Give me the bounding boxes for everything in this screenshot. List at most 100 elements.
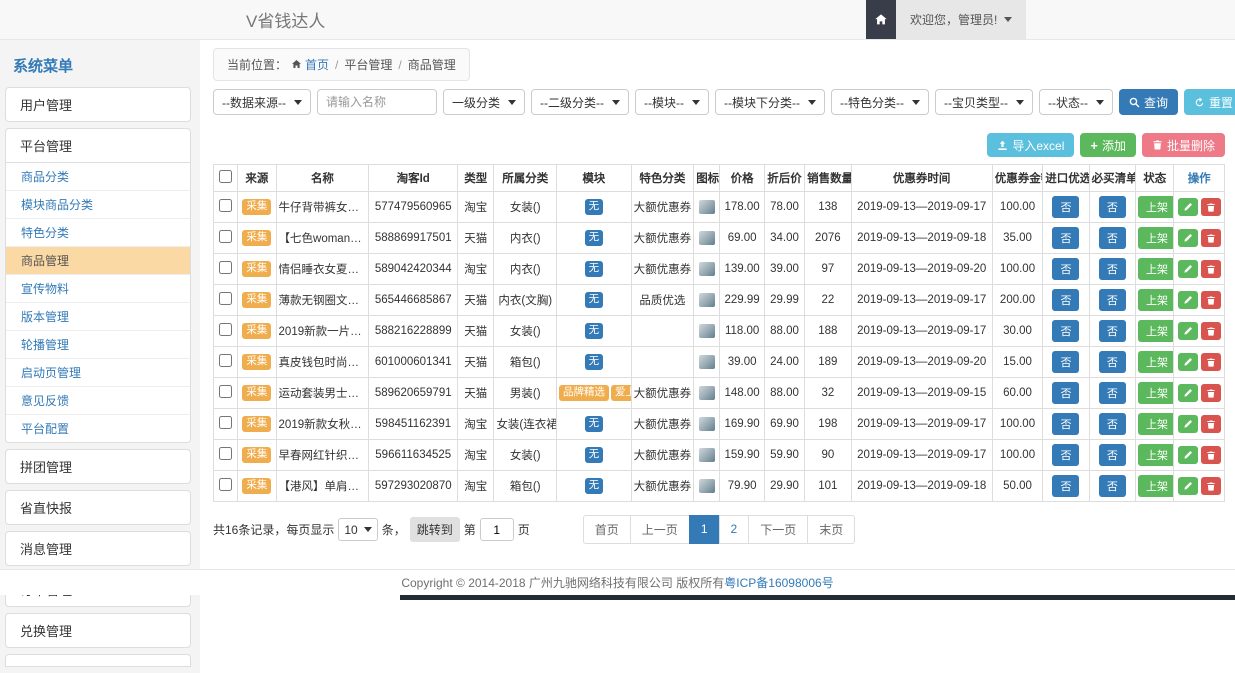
delete-button[interactable] xyxy=(1201,229,1221,247)
sidebar-subitem-平台配置[interactable]: 平台配置 xyxy=(6,415,190,442)
per-page-select[interactable]: 10 xyxy=(338,518,377,541)
import-select-toggle[interactable]: 否 xyxy=(1052,196,1079,218)
filter-select-2[interactable]: --模块-- xyxy=(635,89,709,115)
import-select-toggle[interactable]: 否 xyxy=(1052,382,1079,404)
import-select-toggle[interactable]: 否 xyxy=(1052,289,1079,311)
status-button[interactable]: 上架 xyxy=(1138,258,1174,280)
page-button-1[interactable]: 1 xyxy=(689,515,720,544)
delete-button[interactable] xyxy=(1201,291,1221,309)
sidebar-subitem-版本管理[interactable]: 版本管理 xyxy=(6,303,190,331)
must-buy-toggle[interactable]: 否 xyxy=(1099,196,1126,218)
batch-delete-button[interactable]: 批量删除 xyxy=(1142,133,1225,157)
import-select-toggle[interactable]: 否 xyxy=(1052,258,1079,280)
search-button[interactable]: 查询 xyxy=(1119,89,1178,115)
must-buy-toggle[interactable]: 否 xyxy=(1099,320,1126,342)
sidebar-subitem-启动页管理[interactable]: 启动页管理 xyxy=(6,359,190,387)
page-button-末页[interactable]: 末页 xyxy=(807,515,855,544)
breadcrumb-home-link[interactable]: 首页 xyxy=(291,56,329,73)
page-button-首页[interactable]: 首页 xyxy=(583,515,631,544)
row-checkbox[interactable] xyxy=(219,478,232,491)
status-button[interactable]: 上架 xyxy=(1138,444,1174,466)
import-select-toggle[interactable]: 否 xyxy=(1052,351,1079,373)
status-button[interactable]: 上架 xyxy=(1138,196,1174,218)
edit-button[interactable] xyxy=(1178,446,1198,464)
delete-button[interactable] xyxy=(1201,446,1221,464)
row-checkbox[interactable] xyxy=(219,447,232,460)
sidebar-item-平台管理[interactable]: 平台管理 xyxy=(6,129,190,162)
sidebar-item-省直快报[interactable]: 省直快报 xyxy=(6,491,190,524)
row-checkbox[interactable] xyxy=(219,385,232,398)
row-checkbox[interactable] xyxy=(219,292,232,305)
status-button[interactable]: 上架 xyxy=(1138,475,1174,497)
import-excel-button[interactable]: 导入excel xyxy=(987,133,1074,157)
page-button-下一页[interactable]: 下一页 xyxy=(748,515,808,544)
page-button-2[interactable]: 2 xyxy=(719,515,750,544)
icp-link[interactable]: 粤ICP备16098006号 xyxy=(724,574,833,591)
status-button[interactable]: 上架 xyxy=(1138,320,1174,342)
import-select-toggle[interactable]: 否 xyxy=(1052,413,1079,435)
sidebar-item-消息管理[interactable]: 消息管理 xyxy=(6,532,190,565)
must-buy-toggle[interactable]: 否 xyxy=(1099,444,1126,466)
sidebar-item-兑换管理[interactable]: 兑换管理 xyxy=(6,614,190,647)
import-select-toggle[interactable]: 否 xyxy=(1052,227,1079,249)
import-select-toggle[interactable]: 否 xyxy=(1052,475,1079,497)
must-buy-toggle[interactable]: 否 xyxy=(1099,351,1126,373)
filter-select-0[interactable]: 一级分类 xyxy=(443,89,525,115)
edit-button[interactable] xyxy=(1178,260,1198,278)
sidebar-subitem-模块商品分类[interactable]: 模块商品分类 xyxy=(6,191,190,219)
filter-select-5[interactable]: --宝贝类型-- xyxy=(935,89,1033,115)
delete-button[interactable] xyxy=(1201,384,1221,402)
must-buy-toggle[interactable]: 否 xyxy=(1099,227,1126,249)
sidebar-subitem-轮播管理[interactable]: 轮播管理 xyxy=(6,331,190,359)
edit-button[interactable] xyxy=(1178,353,1198,371)
home-nav-button[interactable] xyxy=(866,0,896,39)
row-checkbox[interactable] xyxy=(219,323,232,336)
sidebar-subitem-意见反馈[interactable]: 意见反馈 xyxy=(6,387,190,415)
sidebar-item-拼团管理[interactable]: 拼团管理 xyxy=(6,450,190,483)
delete-button[interactable] xyxy=(1201,415,1221,433)
delete-button[interactable] xyxy=(1201,260,1221,278)
select-all-checkbox[interactable] xyxy=(219,170,232,183)
sidebar-item-partial[interactable] xyxy=(5,654,191,667)
delete-button[interactable] xyxy=(1201,198,1221,216)
sidebar-subitem-宣传物料[interactable]: 宣传物料 xyxy=(6,275,190,303)
filter-select-3[interactable]: --模块下分类-- xyxy=(715,89,825,115)
delete-button[interactable] xyxy=(1201,322,1221,340)
row-checkbox[interactable] xyxy=(219,416,232,429)
edit-button[interactable] xyxy=(1178,477,1198,495)
filter-select-4[interactable]: --特色分类-- xyxy=(831,89,929,115)
must-buy-toggle[interactable]: 否 xyxy=(1099,258,1126,280)
status-button[interactable]: 上架 xyxy=(1138,227,1174,249)
row-checkbox[interactable] xyxy=(219,354,232,367)
page-number-input[interactable] xyxy=(480,518,514,541)
app-brand[interactable]: V省钱达人 xyxy=(246,7,325,32)
must-buy-toggle[interactable]: 否 xyxy=(1099,475,1126,497)
filter-select-data-source[interactable]: --数据来源-- xyxy=(213,89,311,115)
status-button[interactable]: 上架 xyxy=(1138,289,1174,311)
filter-select-6[interactable]: --状态-- xyxy=(1039,89,1113,115)
delete-button[interactable] xyxy=(1201,477,1221,495)
must-buy-toggle[interactable]: 否 xyxy=(1099,413,1126,435)
row-checkbox[interactable] xyxy=(219,261,232,274)
status-button[interactable]: 上架 xyxy=(1138,413,1174,435)
sidebar-subitem-商品分类[interactable]: 商品分类 xyxy=(6,163,190,191)
sidebar-subitem-特色分类[interactable]: 特色分类 xyxy=(6,219,190,247)
import-select-toggle[interactable]: 否 xyxy=(1052,320,1079,342)
user-menu[interactable]: 欢迎您，管理员! xyxy=(896,0,1026,39)
must-buy-toggle[interactable]: 否 xyxy=(1099,289,1126,311)
jump-button[interactable]: 跳转到 xyxy=(410,517,460,542)
edit-button[interactable] xyxy=(1178,322,1198,340)
edit-button[interactable] xyxy=(1178,198,1198,216)
name-search-input[interactable] xyxy=(317,89,437,115)
sidebar-item-用户管理[interactable]: 用户管理 xyxy=(6,88,190,121)
import-select-toggle[interactable]: 否 xyxy=(1052,444,1079,466)
filter-select-1[interactable]: --二级分类-- xyxy=(531,89,629,115)
row-checkbox[interactable] xyxy=(219,230,232,243)
edit-button[interactable] xyxy=(1178,415,1198,433)
status-button[interactable]: 上架 xyxy=(1138,382,1174,404)
page-button-上一页[interactable]: 上一页 xyxy=(630,515,690,544)
edit-button[interactable] xyxy=(1178,384,1198,402)
must-buy-toggle[interactable]: 否 xyxy=(1099,382,1126,404)
delete-button[interactable] xyxy=(1201,353,1221,371)
edit-button[interactable] xyxy=(1178,291,1198,309)
